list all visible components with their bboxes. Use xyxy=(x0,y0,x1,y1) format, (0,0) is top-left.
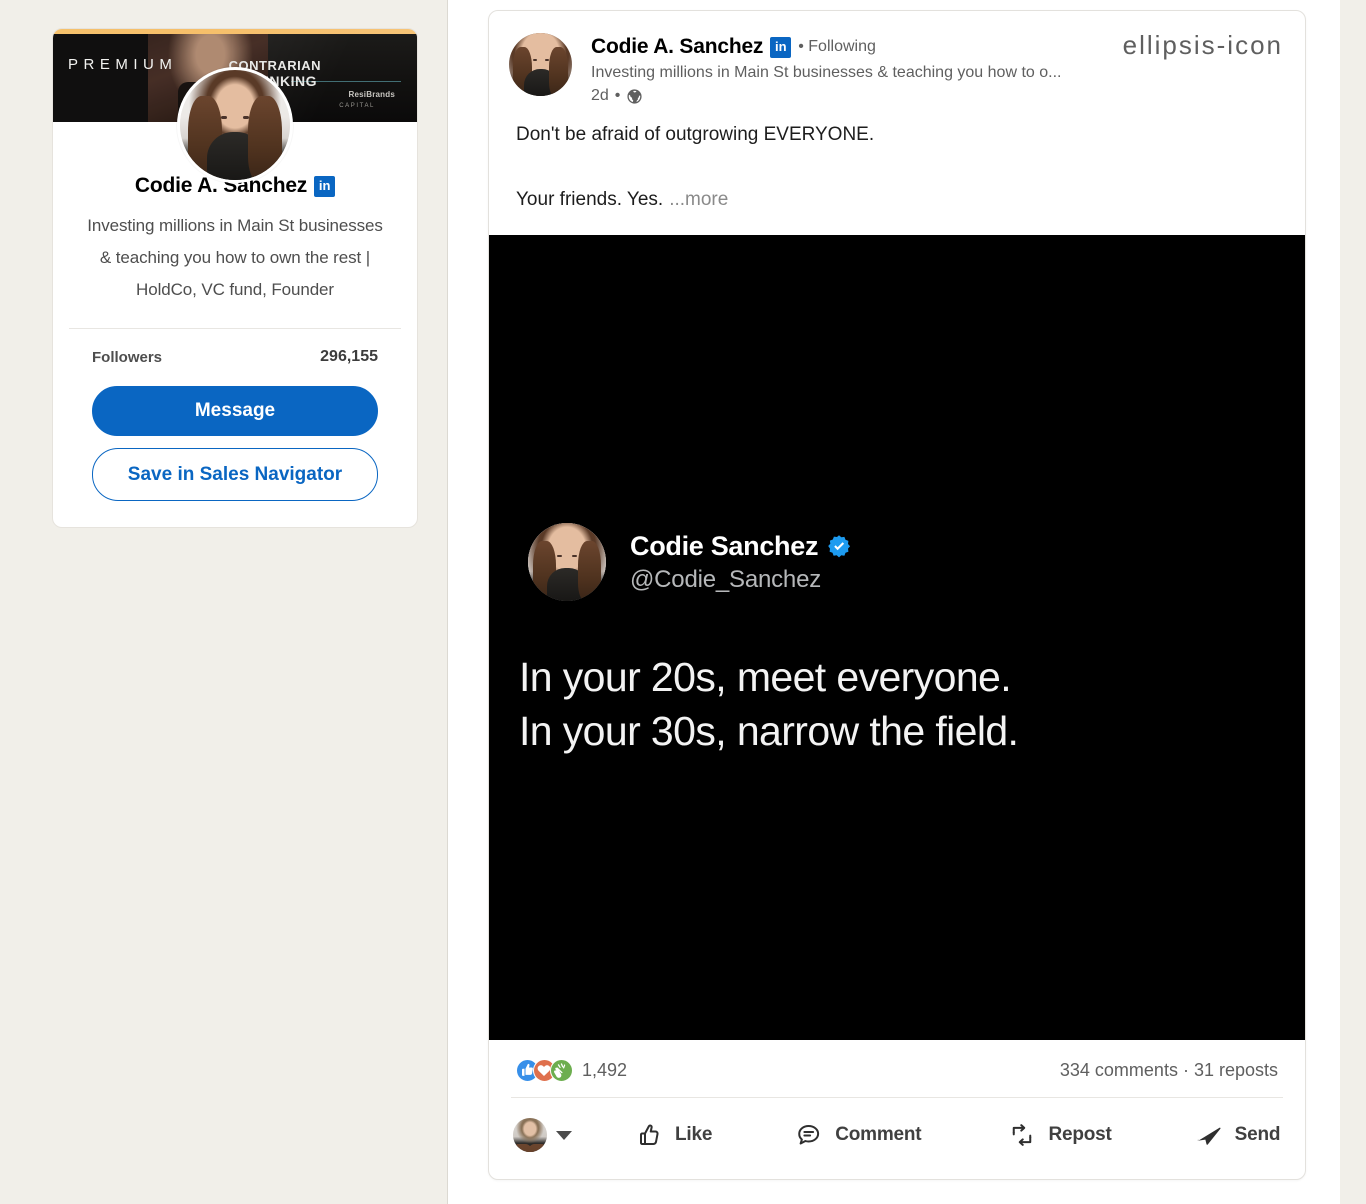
save-in-sales-navigator-button[interactable]: Save in Sales Navigator xyxy=(92,448,378,501)
tweet-name-row: Codie Sanchez xyxy=(630,531,851,562)
feed-post-card: Codie A. Sanchez in • Following Investin… xyxy=(488,10,1306,1180)
profile-avatar[interactable] xyxy=(177,67,293,183)
verified-icon xyxy=(827,534,851,558)
post-avatar-eyes xyxy=(532,59,550,63)
post-timestamp-row: 2d • xyxy=(591,87,1285,105)
post-action-bar: Like Comment Repost Send xyxy=(489,1098,1305,1179)
cover-brand-capital: CAPITAL xyxy=(339,103,375,109)
repost-label: Repost xyxy=(1048,1124,1112,1145)
reaction-count: 1,492 xyxy=(582,1060,628,1080)
me-portrait xyxy=(513,1118,547,1152)
avatar xyxy=(513,1118,547,1152)
tweet-header: Codie Sanchez @Codie_Sanchez xyxy=(528,523,851,601)
social-counts-row: 1,492 334 comments · 31 reposts xyxy=(489,1040,1305,1082)
globe-icon xyxy=(626,88,643,105)
profile-actions: Message Save in Sales Navigator xyxy=(69,366,401,527)
column-divider xyxy=(447,0,448,1204)
profile-card: CONTRARIAN THINKING ResiBrands CAPITAL P… xyxy=(52,28,418,528)
avatar-torso xyxy=(207,132,263,180)
post-time-separator: • xyxy=(614,87,621,104)
reactions-group[interactable]: 1,492 xyxy=(516,1059,627,1082)
followers-row: Followers 296,155 xyxy=(69,329,401,366)
avatar-eyes xyxy=(220,116,250,120)
tweet-body: In your 20s, meet everyone. In your 30s,… xyxy=(519,650,1019,758)
post-author-name[interactable]: Codie A. Sanchez xyxy=(591,35,763,59)
tweet-body-line-1: In your 20s, meet everyone. xyxy=(519,654,1012,700)
tweet-avatar-portrait xyxy=(528,523,606,601)
comment-button[interactable]: Comment xyxy=(774,1111,941,1159)
tweet-author-block: Codie Sanchez @Codie_Sanchez xyxy=(630,531,851,594)
send-button[interactable]: Send xyxy=(1174,1111,1301,1159)
followers-count: 296,155 xyxy=(320,348,378,365)
tweet-avatar-torso xyxy=(547,568,587,601)
avatar-portrait xyxy=(180,70,290,180)
send-icon xyxy=(1194,1120,1224,1150)
post-body-line-2: Your friends. Yes. xyxy=(516,189,664,210)
see-more-link[interactable]: ...more xyxy=(669,189,728,210)
followers-label: Followers xyxy=(92,348,163,366)
linkedin-verified-icon: in xyxy=(770,36,792,58)
post-body-line-2-row: Your friends. Yes. ...more xyxy=(516,185,1278,215)
tweet-body-line-2: In your 30s, narrow the field. xyxy=(519,708,1019,754)
linkedin-verified-icon: in xyxy=(314,175,336,197)
following-label: • Following xyxy=(798,38,876,55)
post-body-line-1: Don't be afraid of outgrowing EVERYONE. xyxy=(516,124,875,145)
repost-button[interactable]: Repost xyxy=(987,1111,1131,1159)
like-button[interactable]: Like xyxy=(614,1111,732,1159)
post-author-portrait xyxy=(509,33,572,96)
post-body-text: Don't be afraid of outgrowing EVERYONE. … xyxy=(489,105,1305,215)
repost-icon xyxy=(1007,1120,1037,1150)
post-header: Codie A. Sanchez in • Following Investin… xyxy=(489,11,1305,105)
cover-brand-resibrands: ResiBrands xyxy=(348,90,395,99)
right-background xyxy=(1340,0,1366,1204)
post-avatar-torso xyxy=(523,69,558,96)
tweet-author-name: Codie Sanchez xyxy=(630,530,819,561)
reaction-as-avatar-selector[interactable] xyxy=(509,1118,592,1152)
premium-label: PREMIUM xyxy=(68,56,178,73)
reaction-icons xyxy=(516,1059,573,1082)
tweet-avatar-eyes xyxy=(556,555,578,559)
tweet-author-handle: @Codie_Sanchez xyxy=(630,565,822,593)
post-author-avatar[interactable] xyxy=(509,33,572,96)
like-label: Like xyxy=(675,1124,713,1145)
comment-icon xyxy=(794,1120,824,1150)
post-more-options-button[interactable]: ellipsis-icon xyxy=(1123,32,1283,58)
send-label: Send xyxy=(1234,1124,1281,1145)
post-media-image[interactable]: Codie Sanchez @Codie_Sanchez In your 20s… xyxy=(489,235,1305,1040)
post-time-ago: 2d xyxy=(591,87,609,104)
tweet-avatar xyxy=(528,523,606,601)
profile-headline: Investing millions in Main St businesses… xyxy=(87,216,383,299)
celebrate-icon xyxy=(550,1059,573,1082)
message-button[interactable]: Message xyxy=(92,386,378,436)
thumbs-up-icon xyxy=(634,1120,664,1150)
page-root: CONTRARIAN THINKING ResiBrands CAPITAL P… xyxy=(0,0,1366,1204)
comment-label: Comment xyxy=(835,1124,922,1145)
post-author-headline: Investing millions in Main St businesses… xyxy=(591,64,1062,81)
chevron-down-icon[interactable] xyxy=(556,1130,572,1140)
comments-reposts-count[interactable]: 334 comments · 31 reposts xyxy=(1060,1060,1278,1081)
